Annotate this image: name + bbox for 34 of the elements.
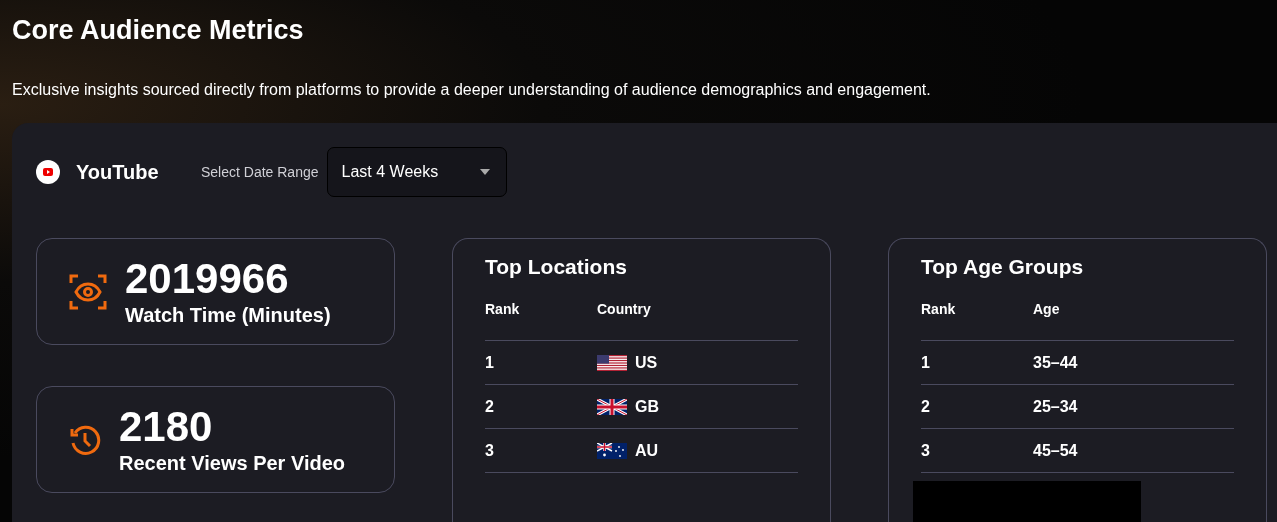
table-cell-text: 2 <box>485 397 495 416</box>
flag-icon <box>597 398 627 415</box>
date-range-label: Select Date Range <box>201 164 319 180</box>
table-title: Top Age Groups <box>921 255 1085 279</box>
table-cell: 25–34 <box>1033 397 1078 416</box>
table-cell: 35–44 <box>1033 353 1078 372</box>
flag-icon <box>597 442 627 459</box>
column-header: Rank <box>485 301 521 317</box>
metric-label: Recent Views Per Video <box>119 450 346 475</box>
metric-value: 2019966 <box>125 256 290 301</box>
page-description: Exclusive insights sourced directly from platforms to provide a deeper understanding of audience demographics and engagement. <box>12 80 932 100</box>
table-cell: US <box>635 353 658 372</box>
table-cell: GB <box>635 397 659 416</box>
column-header: Rank <box>921 301 957 317</box>
metric-label: Watch Time (Minutes) <box>125 302 331 327</box>
table-cell-text: 2 <box>921 397 931 416</box>
column-header: Country <box>597 301 652 317</box>
play-button-icon <box>36 160 60 184</box>
date-range-dropdown[interactable]: Last 4 Weeks <box>326 147 507 197</box>
table-cell: AU <box>635 441 659 460</box>
platform-name: YouTube <box>76 160 160 184</box>
table-cell-text: 3 <box>485 441 495 460</box>
table-title: Top Locations <box>485 255 628 279</box>
flag-icon <box>597 354 627 371</box>
metric-value: 2180 <box>119 404 214 449</box>
table-cell-text: 1 <box>921 353 931 372</box>
page-title: Core Audience Metrics <box>12 14 305 46</box>
caret-icon <box>479 169 490 175</box>
table-cell-text: 1 <box>485 353 495 372</box>
table-cell: 45–54 <box>1033 441 1078 460</box>
history-icon <box>69 423 101 456</box>
eye-icon <box>69 272 107 311</box>
table-cell-text: 3 <box>921 441 931 460</box>
column-header: Age <box>1033 301 1061 317</box>
